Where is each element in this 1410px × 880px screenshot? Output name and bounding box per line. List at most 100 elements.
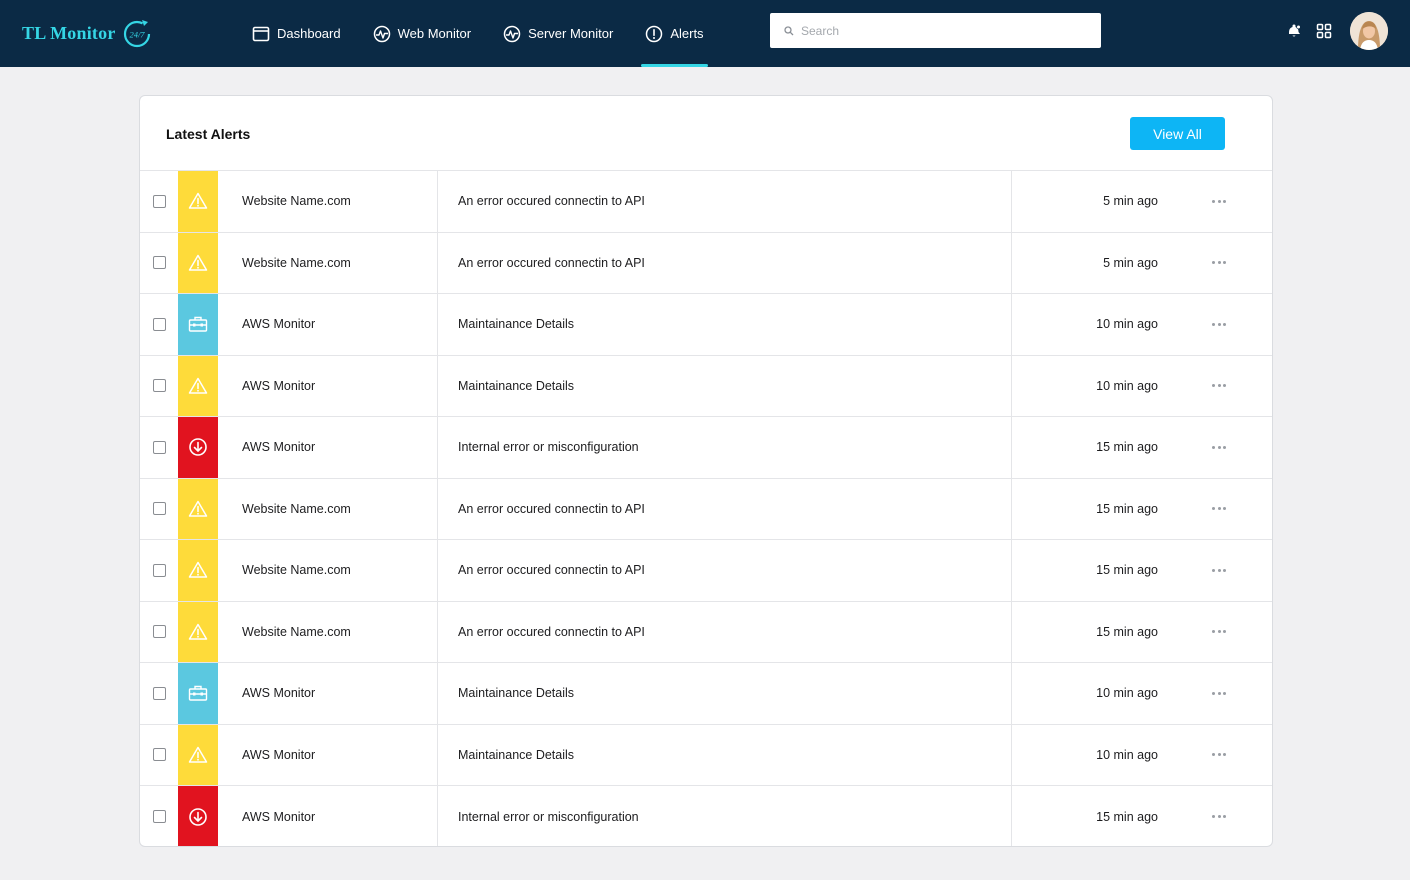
severity-indicator bbox=[178, 601, 218, 662]
alert-row[interactable]: AWS Monitor Internal error or misconfigur… bbox=[140, 786, 1272, 846]
column-divider bbox=[437, 540, 438, 601]
warning-triangle-icon bbox=[188, 562, 208, 578]
alert-time: 10 min ago bbox=[1096, 317, 1158, 332]
card-header: Latest Alerts View All bbox=[140, 96, 1272, 171]
user-avatar[interactable] bbox=[1350, 12, 1388, 50]
severity-indicator bbox=[178, 355, 218, 416]
column-divider bbox=[1011, 724, 1012, 785]
alert-source: Website Name.com bbox=[242, 501, 351, 516]
alert-source: AWS Monitor bbox=[242, 686, 316, 701]
card-title: Latest Alerts bbox=[166, 126, 251, 142]
notifications-icon[interactable] bbox=[1286, 23, 1302, 39]
alert-message: Internal error or misconfiguration bbox=[458, 809, 639, 824]
warning-triangle-icon bbox=[188, 746, 208, 763]
nav-server-monitor-label: Server Monitor bbox=[528, 26, 614, 41]
row-checkbox[interactable] bbox=[153, 625, 166, 639]
down-arrow-circle-icon bbox=[189, 807, 207, 826]
more-options-icon[interactable] bbox=[1212, 445, 1226, 449]
alert-row[interactable]: Website Name.com An error occured connect… bbox=[140, 478, 1272, 540]
alert-source: Website Name.com bbox=[242, 563, 351, 578]
row-checkbox[interactable] bbox=[153, 686, 166, 700]
row-checkbox[interactable] bbox=[153, 440, 166, 454]
more-options-icon[interactable] bbox=[1212, 507, 1226, 511]
alert-row[interactable]: Website Name.com An error occured connect… bbox=[140, 171, 1272, 233]
severity-indicator bbox=[178, 294, 218, 355]
column-divider bbox=[1011, 294, 1012, 355]
more-options-icon[interactable] bbox=[1212, 322, 1226, 326]
alert-source: Website Name.com bbox=[242, 624, 351, 639]
nav-dashboard[interactable]: Dashboard bbox=[252, 0, 341, 67]
more-options-icon[interactable] bbox=[1212, 384, 1226, 388]
alert-source: AWS Monitor bbox=[242, 378, 316, 393]
more-options-icon[interactable] bbox=[1212, 568, 1226, 572]
more-options-icon[interactable] bbox=[1212, 753, 1226, 757]
severity-indicator bbox=[178, 663, 218, 724]
nav-server-monitor[interactable]: Server Monitor bbox=[503, 0, 613, 67]
view-all-button[interactable]: View All bbox=[1130, 117, 1225, 150]
alert-row[interactable]: Website Name.com An error occured connect… bbox=[140, 232, 1272, 294]
alert-source: AWS Monitor bbox=[242, 809, 316, 824]
alert-message: An error occured connectin to API bbox=[458, 624, 645, 639]
search-input[interactable] bbox=[801, 23, 1081, 38]
nav-web-monitor[interactable]: Web Monitor bbox=[373, 0, 471, 67]
row-checkbox[interactable] bbox=[153, 379, 166, 393]
alert-time: 5 min ago bbox=[1103, 255, 1158, 270]
main-nav: Dashboard Web Monitor Server Monitor Ale… bbox=[252, 0, 736, 67]
warning-triangle-icon bbox=[188, 500, 208, 517]
alert-row[interactable]: AWS Monitor Maintainance Details 10 min ag… bbox=[140, 355, 1272, 417]
row-checkbox[interactable] bbox=[153, 810, 166, 824]
server-monitor-icon bbox=[503, 25, 521, 42]
alert-message: Maintainance Details bbox=[458, 686, 575, 701]
user-avatar-image bbox=[1350, 12, 1388, 50]
alert-message: An error occured connectin to API bbox=[458, 563, 645, 578]
more-options-icon[interactable] bbox=[1212, 815, 1226, 819]
row-checkbox[interactable] bbox=[153, 194, 166, 208]
alert-source: Website Name.com bbox=[242, 194, 351, 209]
row-checkbox[interactable] bbox=[153, 502, 166, 516]
more-options-icon[interactable] bbox=[1212, 630, 1226, 634]
alert-circle-icon bbox=[646, 25, 663, 42]
alert-time: 5 min ago bbox=[1103, 194, 1158, 209]
alert-message: An error occured connectin to API bbox=[458, 255, 645, 270]
toolbox-icon bbox=[188, 686, 208, 701]
column-divider bbox=[437, 478, 438, 539]
dashboard-icon bbox=[252, 26, 270, 41]
alert-time: 15 min ago bbox=[1096, 563, 1158, 578]
warning-triangle-icon bbox=[188, 193, 208, 209]
latest-alerts-card: Latest Alerts View All Website Name.com A… bbox=[139, 95, 1273, 847]
row-checkbox[interactable] bbox=[153, 317, 166, 331]
row-checkbox[interactable] bbox=[153, 256, 166, 270]
app-logo[interactable]: TL Monitor 24/7 bbox=[22, 14, 154, 52]
more-options-icon[interactable] bbox=[1212, 691, 1226, 695]
alert-row[interactable]: AWS Monitor Internal error or misconfigur… bbox=[140, 417, 1272, 479]
nav-web-monitor-label: Web Monitor bbox=[397, 26, 472, 41]
alert-row[interactable]: AWS Monitor Maintainance Details 10 min ag… bbox=[140, 663, 1272, 725]
alert-row[interactable]: Website Name.com An error occured connect… bbox=[140, 540, 1272, 602]
alert-row[interactable]: AWS Monitor Maintainance Details 10 min ag… bbox=[140, 294, 1272, 356]
alert-row[interactable]: Website Name.com An error occured connect… bbox=[140, 601, 1272, 663]
alert-source: Website Name.com bbox=[242, 255, 351, 270]
alert-row[interactable]: AWS Monitor Maintainance Details 10 min ag… bbox=[140, 724, 1272, 786]
alert-message: An error occured connectin to API bbox=[458, 501, 645, 516]
alert-list: Website Name.com An error occured connect… bbox=[140, 171, 1272, 846]
apps-grid-icon[interactable] bbox=[1316, 23, 1332, 39]
column-divider bbox=[1011, 786, 1012, 846]
column-divider bbox=[1011, 232, 1012, 293]
nav-alerts[interactable]: Alerts bbox=[641, 0, 708, 67]
column-divider bbox=[1011, 478, 1012, 539]
alert-source: AWS Monitor bbox=[242, 440, 316, 455]
column-divider bbox=[437, 294, 438, 355]
column-divider bbox=[1011, 355, 1012, 416]
nav-dashboard-label: Dashboard bbox=[277, 26, 341, 41]
severity-indicator bbox=[178, 417, 218, 478]
alert-time: 15 min ago bbox=[1096, 809, 1158, 824]
column-divider bbox=[1011, 417, 1012, 478]
row-checkbox[interactable] bbox=[153, 563, 166, 577]
column-divider bbox=[437, 724, 438, 785]
alert-source: AWS Monitor bbox=[242, 747, 316, 762]
column-divider bbox=[437, 232, 438, 293]
more-options-icon[interactable] bbox=[1212, 199, 1226, 203]
row-checkbox[interactable] bbox=[153, 748, 166, 762]
more-options-icon[interactable] bbox=[1212, 261, 1226, 265]
column-divider bbox=[437, 663, 438, 724]
